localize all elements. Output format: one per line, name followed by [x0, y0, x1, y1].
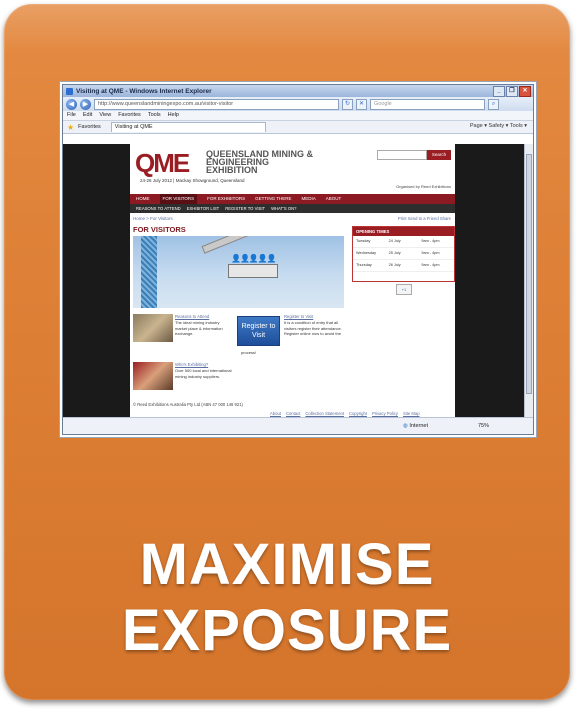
nav-item-for-exhibitors[interactable]: FOR EXHIBITORS: [207, 194, 245, 204]
caption-line-1: MAXIMISE: [139, 532, 435, 597]
caption-line-2: EXPOSURE: [121, 598, 453, 663]
organiser-logo: Organised by Reed Exhibitions: [396, 184, 451, 189]
browser-tab[interactable]: Visiting at QME: [110, 122, 266, 132]
ot-hours: 9am - 4pm: [421, 263, 440, 267]
menu-item-help[interactable]: Help: [168, 111, 179, 120]
table-row: Thursday 26 July 9am - 4pm: [353, 260, 454, 272]
reasons-link[interactable]: Reasons to Attend: [175, 314, 209, 319]
browser-titlebar: Visiting at QME - Windows Internet Explo…: [63, 85, 533, 97]
refresh-icon[interactable]: ↻: [342, 98, 353, 110]
restore-icon[interactable]: ❐: [506, 86, 518, 97]
status-bar: ◍ Internet 75%: [63, 417, 533, 434]
logo-name: QUEENSLAND MINING & ENGINEERING EXHIBITI…: [206, 149, 314, 175]
footer-link-privacy[interactable]: Privacy Policy: [372, 411, 398, 416]
subnav-exhibitor-list[interactable]: EXHIBITOR LIST: [187, 204, 220, 213]
page-title: FOR VISITORS: [133, 225, 186, 234]
opening-times-box: OPENING TIMES Tuesday 24 July 9am - 4pm …: [352, 226, 455, 282]
favorites-button[interactable]: Favorites: [78, 124, 101, 130]
ot-date: 24 July: [388, 239, 401, 243]
status-zone: ◍ Internet: [403, 418, 428, 434]
site-search-input[interactable]: [377, 150, 427, 160]
footer-links: About Contact Collection Statement Copyr…: [270, 411, 420, 416]
people-graphic: 👤👤👤👤👤: [231, 254, 277, 263]
menu-item-file[interactable]: File: [67, 111, 76, 120]
opening-times-heading: OPENING TIMES: [353, 227, 454, 236]
ot-day: Tuesday: [356, 239, 371, 243]
stop-icon[interactable]: ✕: [356, 98, 367, 110]
boom-graphic: [201, 236, 318, 254]
copyright: © Reed Exhibitions Australia Pty Ltd (AB…: [133, 402, 243, 407]
menu-item-favorites[interactable]: Favorites: [118, 111, 141, 120]
browser-viewport: QME QUEENSLAND MINING & ENGINEERING EXHI…: [63, 144, 533, 418]
browser-screenshot: Visiting at QME - Windows Internet Explo…: [62, 84, 534, 435]
reasons-text: The ideal mining industry market place &…: [175, 320, 223, 336]
web-page: QME QUEENSLAND MINING & ENGINEERING EXHI…: [130, 144, 455, 418]
ot-day: Thursday: [356, 263, 372, 267]
ot-date: 26 July: [388, 263, 401, 267]
nav-item-for-visitors[interactable]: FOR VISITORS: [159, 194, 198, 204]
register-text-end: process!: [241, 350, 257, 355]
hero-image: 👤👤👤👤👤: [133, 236, 344, 308]
main-nav: HOME FOR VISITORS FOR EXHIBITORS GETTING…: [130, 194, 455, 204]
sub-nav: REASONS TO ATTEND EXHIBITOR LIST REGISTE…: [130, 204, 455, 213]
close-icon[interactable]: ✕: [519, 86, 531, 97]
ie-icon: [66, 87, 73, 95]
command-bar[interactable]: Page ▾ Safety ▾ Tools ▾: [470, 123, 527, 129]
exhibiting-link[interactable]: Who's Exhibiting?: [175, 362, 208, 367]
nav-item-home[interactable]: HOME: [136, 194, 150, 204]
plus-one-button[interactable]: +1: [396, 284, 412, 295]
vertical-scrollbar[interactable]: [524, 144, 533, 418]
scrollbar-thumb[interactable]: [526, 154, 532, 394]
feature-tile: Visiting at QME - Windows Internet Explo…: [4, 4, 570, 700]
menu-bar: File Edit View Favorites Tools Help: [63, 111, 533, 121]
table-row: Tuesday 24 July 9am - 4pm: [353, 236, 454, 248]
table-row: Wednesday 25 July 9am - 4pm: [353, 248, 454, 260]
footer-link-copyright[interactable]: Copyright: [349, 411, 367, 416]
window-controls: _ ❐ ✕: [493, 86, 531, 97]
register-text: It is a condition of entry that all visi…: [284, 320, 342, 336]
crane-graphic: [141, 236, 157, 308]
ot-hours: 9am - 4pm: [421, 251, 440, 255]
exhibiting-text: Over 500 local and international mining …: [175, 368, 232, 379]
page-tools[interactable]: Print Send to a Friend Share: [398, 216, 451, 221]
register-button[interactable]: Register to Visit: [237, 316, 280, 346]
breadcrumb[interactable]: Home > For Visitors: [133, 216, 173, 221]
ot-day: Wednesday: [356, 251, 376, 255]
menu-item-edit[interactable]: Edit: [83, 111, 92, 120]
star-icon[interactable]: ★: [67, 123, 74, 132]
logo-date: 24-26 July 2012 | Mackay Showground, Que…: [140, 178, 245, 183]
footer-link-collection[interactable]: Collection Statement: [305, 411, 344, 416]
qme-logo[interactable]: QME: [135, 148, 190, 179]
footer-link-contact[interactable]: Contact: [286, 411, 300, 416]
ot-hours: 9am - 4pm: [421, 239, 440, 243]
exhibiting-image: [133, 362, 173, 390]
status-zone-label: Internet: [409, 423, 428, 429]
favorites-bar: ★ Favorites Visiting at QME Page ▾ Safet…: [63, 121, 533, 134]
nav-item-getting-there[interactable]: GETTING THERE: [255, 194, 291, 204]
browser-title: Visiting at QME - Windows Internet Explo…: [76, 87, 212, 95]
footer-link-sitemap[interactable]: Site Map: [403, 411, 420, 416]
menu-item-view[interactable]: View: [99, 111, 111, 120]
nav-item-media[interactable]: MEDIA: [302, 194, 316, 204]
footer-link-about[interactable]: About: [270, 411, 281, 416]
basket-graphic: [228, 264, 278, 278]
browser-search-input[interactable]: Google: [370, 98, 485, 110]
site-search-button[interactable]: Search: [427, 150, 451, 160]
tile-highlight: [4, 4, 570, 54]
subnav-register[interactable]: REGISTER TO VISIT: [225, 204, 265, 213]
forward-icon[interactable]: ▶: [80, 98, 91, 110]
register-link[interactable]: Register to Visit: [284, 314, 313, 319]
nav-item-about[interactable]: ABOUT: [326, 194, 342, 204]
subnav-reasons[interactable]: REASONS TO ATTEND: [136, 204, 181, 213]
address-bar: ◀ ▶ http://www.queenslandminingexpo.com.…: [63, 97, 533, 111]
minimize-icon[interactable]: _: [493, 86, 505, 97]
back-icon[interactable]: ◀: [66, 98, 77, 110]
search-icon[interactable]: ⌕: [488, 98, 499, 110]
zoom-level[interactable]: 75%: [478, 418, 489, 434]
subnav-whats-on[interactable]: WHAT'S ON?: [271, 204, 296, 213]
url-field[interactable]: http://www.queenslandminingexpo.com.au/v…: [94, 98, 339, 110]
menu-item-tools[interactable]: Tools: [148, 111, 161, 120]
reasons-image: [133, 314, 173, 342]
ot-date: 25 July: [388, 251, 401, 255]
